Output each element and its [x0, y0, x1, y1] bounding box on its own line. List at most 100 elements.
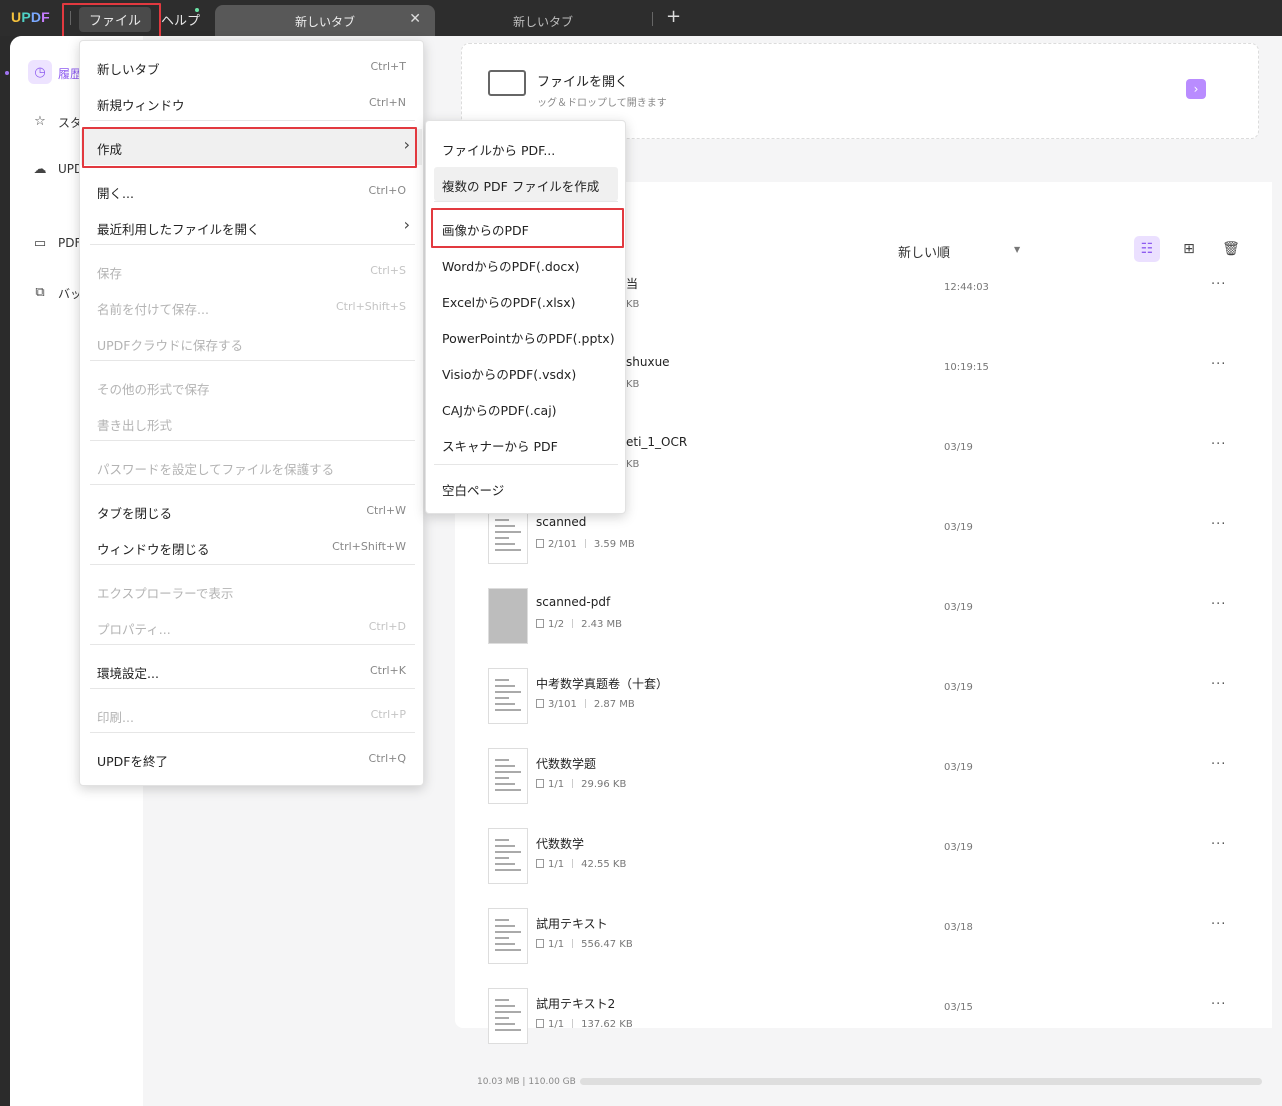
notification-dot-icon — [195, 8, 199, 12]
open-file-arrow-button[interactable]: › — [1186, 79, 1206, 99]
file-menu-item: 名前を付けて保存... Ctrl+Shift+S — [81, 289, 422, 325]
copy-icon: ⧉ — [35, 284, 45, 300]
briefcase-icon: ▭ — [33, 235, 47, 251]
file-name: eti_1_OCR — [626, 435, 688, 449]
file-meta: 1/2 2.43 MB — [536, 619, 622, 630]
page-icon — [536, 779, 544, 788]
menu-item-shortcut: Ctrl+Shift+S — [336, 300, 406, 313]
menu-item-label: 新しいタブ — [97, 62, 160, 77]
create-menu-item[interactable]: PowerPointからのPDF(.pptx) — [434, 319, 618, 353]
new-tab-button[interactable]: + — [666, 6, 681, 27]
page-icon — [536, 1019, 544, 1028]
file-date: 03/19 — [944, 682, 973, 693]
file-date: 03/15 — [944, 1002, 973, 1013]
file-pages: 1/1 — [548, 1019, 565, 1030]
create-menu-item[interactable]: ファイルから PDF... — [434, 131, 618, 165]
file-meta: 2/101 3.59 MB — [536, 539, 635, 550]
file-name: 中考数学真题卷（十套） — [536, 677, 669, 691]
chevron-down-icon[interactable]: ▼ — [1014, 245, 1020, 254]
more-options-icon[interactable]: ··· — [1211, 277, 1226, 292]
star-icon: ☆ — [34, 113, 46, 129]
more-options-icon[interactable]: ··· — [1211, 757, 1226, 772]
create-menu-item[interactable]: VisioからのPDF(.vsdx) — [434, 355, 618, 389]
menu-item-label: パスワードを設定してファイルを保護する — [97, 462, 335, 477]
file-size: 29.96 KB — [581, 779, 627, 790]
create-menu-item[interactable]: 複数の PDF ファイルを作成 — [434, 167, 618, 201]
file-size: 137.62 KB — [581, 1019, 633, 1030]
file-date: 10:19:15 — [944, 362, 989, 373]
more-options-icon[interactable]: ··· — [1211, 917, 1226, 932]
menu-item-shortcut: Ctrl+W — [366, 504, 406, 517]
menu-item-label: 保存 — [97, 266, 123, 281]
file-meta: 1/1 42.55 KB — [536, 859, 626, 870]
file-menu-item: エクスプローラーで表示 — [81, 573, 422, 609]
file-pages: 2/101 — [548, 539, 577, 550]
file-menu-item[interactable]: 新規ウィンドウ Ctrl+N — [81, 85, 422, 121]
menu-divider — [434, 201, 618, 202]
file-date: 03/18 — [944, 922, 973, 933]
more-options-icon[interactable]: ··· — [1211, 997, 1226, 1012]
file-size: 2.43 MB — [581, 619, 623, 630]
menu-item-label: プロパティ... — [97, 622, 171, 637]
menu-item-label: VisioからのPDF(.vsdx) — [442, 367, 577, 382]
file-date: 03/19 — [944, 442, 973, 453]
menu-item-label: CAJからのPDF(.caj) — [442, 403, 557, 418]
highlight-box — [82, 127, 417, 168]
menu-item-shortcut: Ctrl+O — [368, 184, 406, 197]
menu-item-label: 名前を付けて保存... — [97, 302, 209, 317]
menu-item-label: 印刷... — [97, 710, 134, 725]
file-menu-item[interactable]: 環境設定... Ctrl+K — [81, 653, 422, 689]
create-menu-item[interactable]: 空白ページ — [434, 471, 618, 505]
more-options-icon[interactable]: ··· — [1211, 837, 1226, 852]
create-menu-item[interactable]: CAJからのPDF(.caj) — [434, 391, 618, 425]
file-size: 42.55 KB — [581, 859, 627, 870]
file-pages: 3/101 — [548, 699, 577, 710]
tab-new-active[interactable]: 新しいタブ ✕ — [215, 5, 435, 36]
more-options-icon[interactable]: ··· — [1211, 437, 1226, 452]
file-meta: KB — [626, 459, 639, 470]
tab-label: 新しいタブ — [513, 15, 574, 29]
file-menu-item[interactable]: UPDFを終了 Ctrl+Q — [81, 741, 422, 777]
file-menu-item: 書き出し形式 — [81, 405, 422, 441]
file-row[interactable]: 代数数学题 1/1 29.96 KB 03/19 ··· — [488, 738, 1238, 818]
file-meta: 3/101 2.87 MB — [536, 699, 635, 710]
file-menu-item[interactable]: ウィンドウを閉じる Ctrl+Shift+W — [81, 529, 422, 565]
file-row[interactable]: 中考数学真题卷（十套） 3/101 2.87 MB 03/19 ··· — [488, 658, 1238, 738]
page-icon — [536, 939, 544, 948]
file-size: KB — [626, 379, 640, 390]
menu-item-shortcut: Ctrl+D — [368, 620, 406, 633]
file-row[interactable]: 試用テキスト2 1/1 137.62 KB 03/15 ··· — [488, 978, 1238, 1058]
menu-item-label: PowerPointからのPDF(.pptx) — [442, 331, 615, 346]
file-size: KB — [626, 459, 640, 470]
file-pages: 1/1 — [548, 939, 565, 950]
file-menu-item[interactable]: 新しいタブ Ctrl+T — [81, 49, 422, 85]
more-options-icon[interactable]: ··· — [1211, 357, 1226, 372]
file-menu-item[interactable]: 開く... Ctrl+O — [81, 173, 422, 209]
more-options-icon[interactable]: ··· — [1211, 677, 1226, 692]
tab-new-inactive[interactable]: 新しいタブ — [440, 5, 650, 36]
file-menu-item[interactable]: 最近利用したファイルを開く › — [81, 209, 422, 245]
tab-label: 新しいタブ — [295, 15, 356, 29]
menu-item-label: タブを閉じる — [97, 506, 173, 521]
file-menu-item: その他の形式で保存 — [81, 369, 422, 405]
chevron-right-icon: › — [403, 215, 410, 234]
create-menu-item[interactable]: スキャナーから PDF — [434, 427, 618, 461]
page-icon — [536, 699, 544, 708]
menu-item-shortcut: Ctrl+Q — [368, 752, 406, 765]
menu-item-label: 環境設定... — [97, 666, 159, 681]
file-name: scanned — [536, 515, 587, 529]
file-row[interactable]: 試用テキスト 1/1 556.47 KB 03/18 ··· — [488, 898, 1238, 978]
more-options-icon[interactable]: ··· — [1211, 517, 1226, 532]
file-thumbnail — [488, 828, 528, 884]
menu-item-shortcut: Ctrl+N — [368, 96, 406, 109]
title-bar: UPDF ファイル ヘルプ 新しいタブ ✕ 新しいタブ + — [0, 0, 1282, 36]
create-menu-item[interactable]: ExcelからのPDF(.xlsx) — [434, 283, 618, 317]
create-menu-item[interactable]: WordからのPDF(.docx) — [434, 247, 618, 281]
menu-item-label: 書き出し形式 — [97, 418, 173, 433]
file-menu-item[interactable]: タブを閉じる Ctrl+W — [81, 493, 422, 529]
close-tab-icon[interactable]: ✕ — [409, 11, 421, 27]
file-row[interactable]: 代数数学 1/1 42.55 KB 03/19 ··· — [488, 818, 1238, 898]
cloud-icon: ☁ — [33, 161, 47, 177]
more-options-icon[interactable]: ··· — [1211, 597, 1226, 612]
file-row[interactable]: scanned-pdf 1/2 2.43 MB 03/19 ··· — [488, 578, 1238, 658]
